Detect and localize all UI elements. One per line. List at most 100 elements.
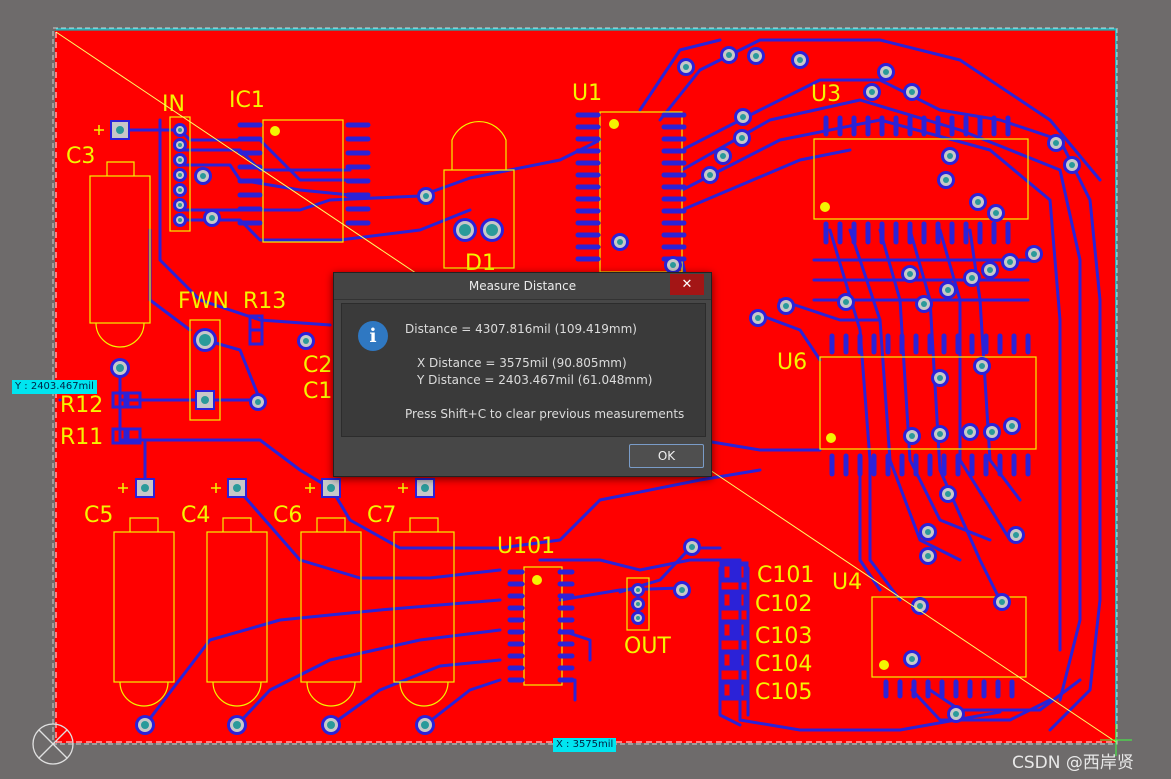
y-distance-text: Y Distance = 2403.467mil (61.048mm) — [417, 373, 653, 387]
via — [740, 114, 746, 120]
via — [636, 602, 640, 606]
via — [937, 431, 943, 437]
dialog-title: Measure Distance — [468, 279, 577, 293]
label-r13: R13 — [243, 289, 286, 314]
via — [255, 399, 261, 405]
pin1-marker — [609, 119, 619, 129]
via — [486, 224, 498, 236]
dialog-titlebar[interactable]: Measure Distance ✕ — [334, 273, 711, 300]
via — [707, 172, 713, 178]
label-c104: C104 — [755, 652, 812, 677]
via — [1031, 251, 1037, 257]
via — [869, 89, 875, 95]
info-icon: i — [358, 321, 388, 351]
label-c1: C1 — [303, 379, 332, 404]
label-ic1: IC1 — [229, 88, 265, 113]
pad — [421, 484, 429, 492]
via — [178, 143, 182, 147]
via — [937, 375, 943, 381]
via — [993, 210, 999, 216]
label-c2: C2 — [303, 353, 332, 378]
pin1-marker — [820, 202, 830, 212]
ok-button[interactable]: OK — [629, 444, 704, 468]
pad — [116, 126, 124, 134]
measure-x-tag: X : 3575mil — [553, 738, 617, 752]
via — [909, 433, 915, 439]
via — [943, 177, 949, 183]
via — [679, 587, 685, 593]
via — [726, 52, 732, 58]
measure-y-tag: Y : 2403.467mil — [12, 380, 97, 394]
via — [989, 429, 995, 435]
label-in: IN — [162, 92, 185, 117]
via — [683, 64, 689, 70]
via — [116, 364, 124, 372]
via — [753, 53, 759, 59]
via — [1069, 162, 1075, 168]
via — [843, 299, 849, 305]
label-u101: U101 — [497, 534, 555, 559]
label-c6: C6 — [273, 503, 302, 528]
via — [636, 616, 640, 620]
via — [909, 656, 915, 662]
label-u4: U4 — [832, 570, 862, 595]
via — [979, 363, 985, 369]
label-c105: C105 — [755, 680, 812, 705]
label-fwn: FWN — [178, 289, 229, 314]
via — [909, 89, 915, 95]
measure-distance-dialog: Measure Distance ✕ i Distance = 4307.816… — [333, 272, 712, 477]
label-c5: C5 — [84, 503, 113, 528]
via — [987, 267, 993, 273]
via — [739, 135, 745, 141]
label-u1: U1 — [572, 81, 602, 106]
via — [178, 128, 182, 132]
via — [209, 215, 215, 221]
via — [755, 315, 761, 321]
via — [921, 301, 927, 307]
pad — [141, 484, 149, 492]
via — [178, 188, 182, 192]
via — [967, 429, 973, 435]
via — [925, 553, 931, 559]
pin1-marker — [532, 575, 542, 585]
pin1-marker — [270, 126, 280, 136]
label-r12: R12 — [60, 393, 103, 418]
label-c4: C4 — [181, 503, 210, 528]
via — [670, 262, 676, 268]
via — [947, 153, 953, 159]
label-c7: C7 — [367, 503, 396, 528]
label-u6: U6 — [777, 350, 807, 375]
via — [883, 69, 889, 75]
via — [423, 193, 429, 199]
via — [200, 173, 206, 179]
via — [178, 158, 182, 162]
via — [720, 153, 726, 159]
via — [1007, 259, 1013, 265]
label-c101: C101 — [757, 563, 814, 588]
via — [459, 224, 471, 236]
label-r11: R11 — [60, 425, 103, 450]
label-c102: C102 — [755, 592, 812, 617]
via — [953, 711, 959, 717]
via — [421, 721, 429, 729]
pad — [233, 484, 241, 492]
via — [999, 599, 1005, 605]
via — [975, 199, 981, 205]
dialog-message-panel: i Distance = 4307.816mil (109.419mm) X D… — [341, 303, 706, 437]
via — [945, 287, 951, 293]
via — [178, 203, 182, 207]
via — [199, 334, 211, 346]
via — [233, 721, 241, 729]
label-c103: C103 — [755, 624, 812, 649]
via — [303, 338, 309, 344]
via — [925, 529, 931, 535]
via — [178, 173, 182, 177]
distance-text: Distance = 4307.816mil (109.419mm) — [405, 322, 637, 336]
via — [141, 721, 149, 729]
via — [178, 218, 182, 222]
pin1-marker — [879, 660, 889, 670]
via — [783, 303, 789, 309]
close-icon[interactable]: ✕ — [670, 274, 704, 295]
via — [636, 588, 640, 592]
label-c3: C3 — [66, 144, 95, 169]
